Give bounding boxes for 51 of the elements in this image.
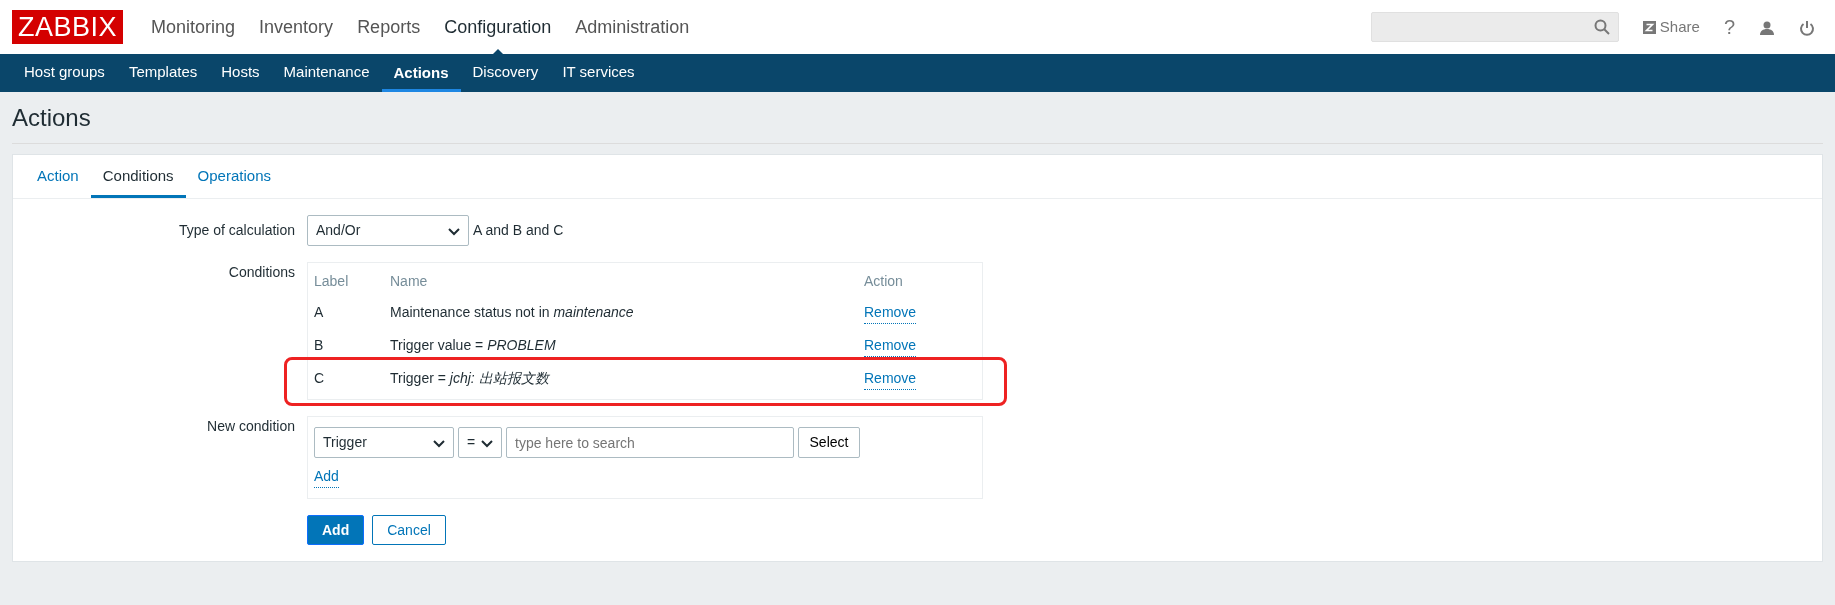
share-link[interactable]: Share: [1642, 15, 1700, 39]
submenu-item[interactable]: Discovery: [460, 52, 551, 92]
condition-type-dropdown[interactable]: Trigger: [314, 427, 454, 459]
add-button[interactable]: Add: [307, 515, 365, 546]
logo[interactable]: ZABBIX: [12, 10, 124, 44]
table-cell-text: Trigger value = PROBLEM: [390, 336, 557, 356]
logo-icon: [1642, 20, 1656, 34]
menu-item[interactable]: Configuration: [432, 16, 564, 37]
page-title: Actions: [11, 103, 92, 133]
submenu-item[interactable]: Templates: [116, 52, 210, 92]
column-header: Action: [864, 272, 903, 292]
calculation-dropdown[interactable]: And/Or: [307, 215, 469, 247]
remove-link[interactable]: Remove: [864, 334, 917, 357]
caret-icon[interactable]: [448, 227, 460, 236]
field-label: New condition: [206, 417, 296, 437]
cancel-button[interactable]: Cancel: [372, 515, 446, 546]
field-label: Conditions: [227, 263, 296, 283]
submenu-item[interactable]: Actions: [381, 53, 461, 92]
help-link[interactable]: ?: [1723, 12, 1735, 42]
submenu-item[interactable]: Hosts: [209, 52, 272, 92]
search-input[interactable]: type here to search: [506, 427, 794, 459]
remove-link[interactable]: Remove: [864, 301, 917, 324]
search-field[interactable]: [1370, 12, 1619, 42]
menu-item[interactable]: Inventory: [247, 16, 346, 37]
column-header: Name: [390, 272, 429, 292]
user-icon[interactable]: [1759, 19, 1775, 36]
search-icon[interactable]: [1593, 19, 1610, 35]
formula-text: A and B and C: [473, 221, 564, 241]
submenu-item[interactable]: Host groups: [12, 52, 117, 92]
caret-icon[interactable]: [481, 439, 493, 448]
menu-item[interactable]: Monitoring: [139, 16, 248, 37]
submenu-item[interactable]: Maintenance: [271, 52, 382, 92]
tab[interactable]: Conditions: [90, 154, 186, 199]
add-link[interactable]: Add: [314, 466, 339, 489]
field-label: Type of calculation: [178, 221, 296, 241]
tab[interactable]: Action: [25, 154, 91, 199]
menu-item[interactable]: Administration: [563, 16, 702, 37]
table-cell-text: Trigger = jchj: 出站报文数: [390, 369, 551, 389]
column-header: Label: [314, 272, 350, 292]
caret-icon[interactable]: [433, 439, 445, 448]
menu-item[interactable]: Reports: [345, 16, 433, 37]
operator-dropdown[interactable]: =: [458, 427, 502, 459]
table-cell-text: A: [314, 303, 325, 323]
table-cell-text: B: [314, 336, 325, 356]
select-button[interactable]: Select: [798, 427, 860, 459]
table-cell-text: Maintenance status not in maintenance: [390, 303, 635, 323]
table-cell-text: C: [314, 369, 326, 389]
tab[interactable]: Operations: [185, 154, 283, 199]
remove-link[interactable]: Remove: [864, 367, 917, 390]
power-icon[interactable]: [1799, 19, 1815, 36]
submenu-item[interactable]: IT services: [550, 52, 647, 92]
